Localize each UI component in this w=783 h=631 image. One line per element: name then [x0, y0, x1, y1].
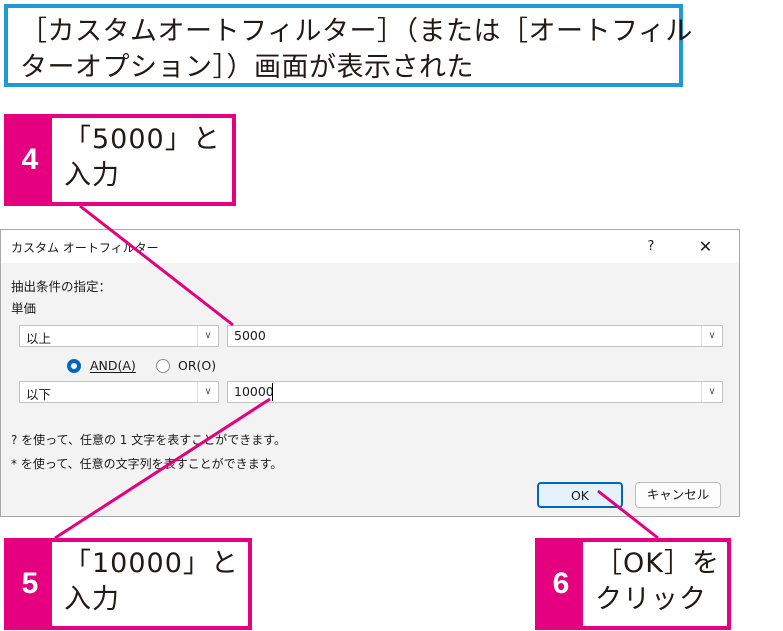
leader-line-step-6: [597, 489, 659, 540]
leader-line-step-5: [54, 397, 271, 540]
leader-lines: [54, 204, 659, 540]
leader-line-step-4: [79, 204, 234, 327]
